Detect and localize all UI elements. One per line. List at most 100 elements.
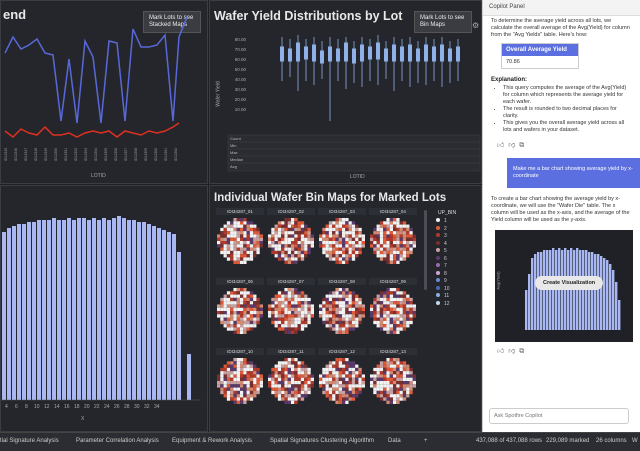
- legend-item[interactable]: 11: [436, 293, 450, 301]
- wafer-label: IDI34287_11: [267, 348, 315, 355]
- legend-swatch: [436, 240, 440, 245]
- copy-icon[interactable]: ⧉: [519, 142, 524, 149]
- copilot-panel: Copilot Panel To determine the average y…: [482, 0, 640, 432]
- legend-swatch: [436, 255, 440, 260]
- tab-equipment-rework[interactable]: Equipment & Rework Analysis: [172, 438, 252, 444]
- thumbs-up-icon[interactable]: 👍︎: [497, 142, 504, 149]
- wafer-map[interactable]: IDI34287_09: [369, 278, 417, 344]
- legend-swatch: [436, 248, 440, 252]
- legend-item[interactable]: 3: [436, 233, 450, 241]
- marked-count: 229,089 marked: [546, 438, 590, 444]
- wafer-map[interactable]: IDI34287_06: [216, 278, 264, 344]
- trend-x-ticks: ID12345 ID12346 ID12347 ID12348 ID12349 …: [4, 148, 178, 161]
- legend-item[interactable]: 2: [436, 225, 450, 234]
- tab-spatial-signature[interactable]: tial Signature Analysis: [0, 438, 59, 444]
- legend-item[interactable]: 10: [436, 285, 450, 294]
- wafer-label: IDI34287_10: [216, 348, 264, 355]
- yield-table-rowlabels: Count Min Max Median Avg: [230, 135, 243, 170]
- status-bar: tial Signature Analysis Parameter Correl…: [0, 432, 640, 451]
- wafer-label: IDI34287_06: [216, 278, 264, 285]
- xtick: 8: [25, 404, 28, 410]
- xtick: 18: [74, 404, 80, 410]
- yield-boxplots: [280, 35, 460, 121]
- legend-item[interactable]: 1: [436, 218, 450, 226]
- legend-item[interactable]: 12: [436, 300, 450, 309]
- xtick: 14: [54, 404, 60, 410]
- legend-label: 7: [444, 263, 447, 269]
- wafer-die-map: [370, 358, 416, 404]
- trend-avg-line: [4, 16, 188, 124]
- xtick: 20: [84, 404, 90, 410]
- legend-item[interactable]: 7: [436, 263, 450, 271]
- explanation-item: This query computes the average of the A…: [503, 85, 633, 106]
- wafer-label: IDI34287_02: [267, 208, 315, 215]
- xtick: 32: [144, 404, 150, 410]
- xtick: 34: [154, 404, 160, 410]
- svg-text:ID12362: ID12362: [174, 148, 178, 161]
- wafer-map[interactable]: IDI34287_01: [216, 208, 264, 274]
- feedback-row: 👍︎ 👎︎ ⧉: [483, 134, 640, 156]
- xtick: 12: [44, 404, 50, 410]
- legend-label: 11: [444, 293, 450, 299]
- tab-clustering[interactable]: Spatial Signatures Clustering Algorithm: [270, 438, 374, 444]
- xtick: 4: [5, 404, 8, 410]
- legend-swatch: [436, 278, 440, 282]
- wafer-map[interactable]: IDI34287_12: [318, 348, 366, 414]
- thumbs-up-icon[interactable]: 👍︎: [497, 348, 504, 355]
- wafer-label: IDI34287_08: [318, 278, 366, 285]
- legend-item[interactable]: 8: [436, 270, 450, 279]
- legend-item[interactable]: 9: [436, 278, 450, 286]
- legend-swatch: [436, 225, 440, 230]
- wafer-die-map: [217, 358, 263, 404]
- table-row-label: Max: [230, 150, 238, 155]
- svg-text:ID12356: ID12356: [114, 148, 118, 161]
- x-yield-bar-chart[interactable]: [1, 186, 208, 432]
- tab-parameter-correlation[interactable]: Parameter Correlation Analysis: [76, 438, 159, 444]
- wafer-map[interactable]: IDI34287_11: [267, 348, 315, 414]
- binmap-scrollbar[interactable]: [424, 210, 427, 290]
- column-count: 26 columns: [596, 438, 627, 444]
- tab-data[interactable]: Data: [388, 438, 401, 444]
- explanation-title: Explanation:: [491, 77, 528, 83]
- wafer-die-map: [370, 288, 416, 334]
- legend-label: 6: [444, 255, 447, 262]
- add-tab-icon[interactable]: +: [424, 438, 428, 444]
- binmap-panel: Individual Wafer Bin Maps for Marked Lot…: [209, 185, 482, 432]
- trend-xlabel: LOTID: [91, 173, 106, 179]
- copilot-input[interactable]: [489, 408, 629, 424]
- svg-text:ID12352: ID12352: [74, 148, 78, 161]
- wafer-map[interactable]: IDI34287_07: [267, 278, 315, 344]
- explanation-item: The result is rounded to two decimal pla…: [503, 106, 633, 120]
- trend-line-chart[interactable]: ID12345 ID12346 ID12347 ID12348 ID12349 …: [1, 1, 208, 184]
- legend-swatch: [436, 263, 440, 267]
- wafer-die-map: [319, 288, 365, 334]
- wafer-map[interactable]: IDI34287_08: [318, 278, 366, 344]
- wafer-map[interactable]: IDI34287_04: [369, 208, 417, 274]
- wafer-map[interactable]: IDI34287_13: [369, 348, 417, 414]
- legend-label: 10: [444, 285, 450, 292]
- binmap-title: Individual Wafer Bin Maps for Marked Lot…: [214, 192, 447, 204]
- table-row-label: Count: [230, 136, 241, 141]
- legend-label: 3: [444, 233, 447, 239]
- legend-swatch: [436, 293, 440, 297]
- create-visualization-button[interactable]: Create Visualization: [535, 276, 604, 290]
- wafer-map[interactable]: IDI34287_10: [216, 348, 264, 414]
- legend-item[interactable]: 6: [436, 255, 450, 264]
- legend-item[interactable]: 4: [436, 240, 450, 249]
- legend-label: 8: [444, 270, 447, 277]
- wafer-label: IDI34287_07: [267, 278, 315, 285]
- legend-item[interactable]: 5: [436, 248, 450, 256]
- copy-icon[interactable]: ⧉: [519, 348, 524, 355]
- svg-text:ID12350: ID12350: [54, 148, 58, 161]
- thumbs-down-icon[interactable]: 👎︎: [508, 348, 515, 355]
- result-card: Overall Average Yield 70.86: [501, 43, 579, 69]
- thumbs-down-icon[interactable]: 👎︎: [508, 142, 515, 149]
- legend-swatch: [436, 285, 440, 290]
- svg-text:ID12358: ID12358: [134, 148, 138, 161]
- wafer-map[interactable]: IDI34287_03: [318, 208, 366, 274]
- wafer-map[interactable]: IDI34287_02: [267, 208, 315, 274]
- xtick: 24: [104, 404, 110, 410]
- trend-min-line: [4, 122, 180, 138]
- wafer-die-map: [217, 288, 263, 334]
- yield-boxplot-chart[interactable]: [210, 1, 482, 184]
